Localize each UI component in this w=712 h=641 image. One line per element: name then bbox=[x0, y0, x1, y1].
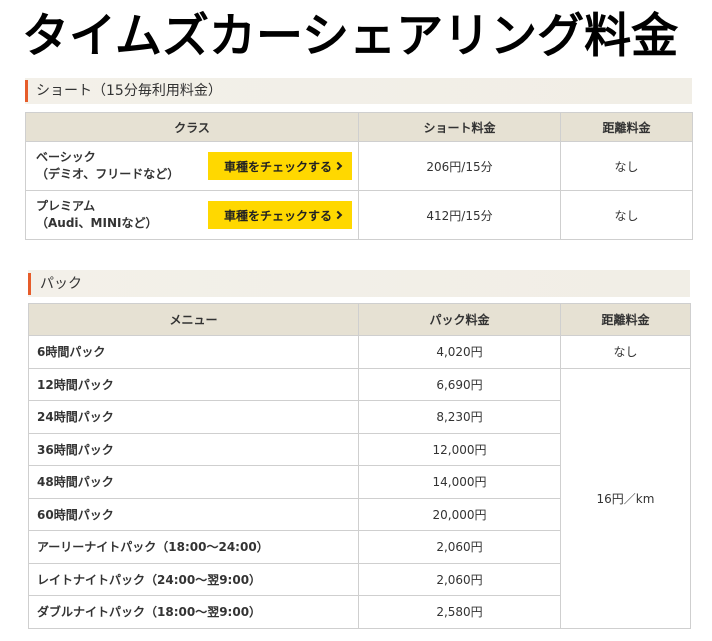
distance-fee-cell: なし bbox=[560, 335, 691, 369]
class-cell: ベーシック （デミオ、フリードなど） 車種をチェックする bbox=[25, 141, 359, 191]
menu-cell: 36時間パック bbox=[28, 432, 359, 466]
section-heading-text: パック bbox=[40, 275, 82, 292]
pack-price-cell: 2,060円 bbox=[358, 562, 561, 596]
heading-accent-bar bbox=[28, 272, 31, 295]
column-header-distance-fee: 距離料金 bbox=[560, 303, 691, 336]
table-row: 12時間パック 6,690円 16円／km bbox=[28, 367, 691, 629]
menu-cell: レイトナイトパック（24:00～翌9:00） bbox=[28, 562, 359, 596]
button-label: 車種をチェックする bbox=[223, 159, 332, 174]
page-title: タイムズカーシェアリング料金 bbox=[22, 9, 679, 64]
fare-page: タイムズカーシェアリング料金 ショート（15分毎利用料金） クラス ショート料金… bbox=[0, 0, 712, 641]
pack-price-cell: 2,580円 bbox=[358, 595, 561, 629]
pack-fare-table: メニュー パック料金 距離料金 6時間パック 4,020円 なし 12時間パック… bbox=[28, 303, 691, 629]
column-header-pack-price: パック料金 bbox=[358, 303, 561, 336]
table-header-row: クラス ショート料金 距離料金 bbox=[25, 112, 693, 142]
class-cell: プレミアム （Audi、MINIなど） 車種をチェックする bbox=[25, 190, 359, 240]
column-header-class: クラス bbox=[25, 112, 359, 142]
class-examples: （デミオ、フリードなど） bbox=[36, 167, 180, 181]
check-car-models-button[interactable]: 車種をチェックする bbox=[208, 152, 352, 180]
class-cell-content: ベーシック （デミオ、フリードなど） 車種をチェックする bbox=[27, 149, 358, 183]
pack-price-cell: 20,000円 bbox=[358, 497, 561, 531]
section-heading-pack: パック bbox=[28, 270, 690, 297]
short-price-cell: 206円/15分 bbox=[358, 141, 561, 191]
short-price-cell: 412円/15分 bbox=[358, 190, 561, 240]
class-name: プレミアム bbox=[36, 199, 96, 213]
distance-fee-cell: 16円／km bbox=[560, 367, 691, 629]
menu-cell: アーリーナイトパック（18:00～24:00） bbox=[28, 530, 359, 564]
table-row: ベーシック （デミオ、フリードなど） 車種をチェックする 206円/15分 なし bbox=[25, 141, 693, 191]
check-car-models-button[interactable]: 車種をチェックする bbox=[208, 201, 352, 229]
heading-accent-bar bbox=[25, 80, 28, 102]
menu-cell: 48時間パック bbox=[28, 465, 359, 499]
pack-price-cell: 14,000円 bbox=[358, 465, 561, 499]
section-heading-text: ショート（15分毎利用料金） bbox=[36, 83, 222, 99]
column-header-menu: メニュー bbox=[28, 303, 359, 336]
class-name: ベーシック bbox=[36, 150, 96, 164]
table-row: 6時間パック 4,020円 なし bbox=[28, 335, 691, 369]
class-cell-content: プレミアム （Audi、MINIなど） 車種をチェックする bbox=[27, 198, 358, 232]
column-header-short-price: ショート料金 bbox=[358, 112, 561, 142]
short-fare-table: クラス ショート料金 距離料金 ベーシック （デミオ、フリードなど） 車種をチェ… bbox=[25, 112, 693, 240]
class-examples: （Audi、MINIなど） bbox=[36, 216, 158, 230]
column-header-distance-fee: 距離料金 bbox=[560, 112, 693, 142]
pack-price-cell: 6,690円 bbox=[358, 367, 561, 401]
pack-price-cell: 4,020円 bbox=[358, 335, 561, 369]
table-header-row: メニュー パック料金 距離料金 bbox=[28, 303, 691, 336]
menu-cell: 24時間パック bbox=[28, 400, 359, 434]
class-label: ベーシック （デミオ、フリードなど） bbox=[36, 149, 179, 183]
menu-cell: 60時間パック bbox=[28, 497, 359, 531]
menu-cell: 12時間パック bbox=[28, 367, 359, 401]
table-row: プレミアム （Audi、MINIなど） 車種をチェックする 412円/15分 な… bbox=[25, 190, 693, 240]
menu-cell: 6時間パック bbox=[28, 335, 359, 369]
menu-cell: ダブルナイトパック（18:00～翌9:00） bbox=[28, 595, 359, 629]
pack-price-cell: 8,230円 bbox=[358, 400, 561, 434]
section-heading-short: ショート（15分毎利用料金） bbox=[25, 78, 692, 104]
pack-price-cell: 2,060円 bbox=[358, 530, 561, 564]
button-label: 車種をチェックする bbox=[223, 208, 332, 223]
pack-price-cell: 12,000円 bbox=[358, 432, 561, 466]
distance-fee-cell: なし bbox=[560, 190, 693, 240]
distance-fee-cell: なし bbox=[560, 141, 693, 191]
class-label: プレミアム （Audi、MINIなど） bbox=[36, 198, 157, 232]
